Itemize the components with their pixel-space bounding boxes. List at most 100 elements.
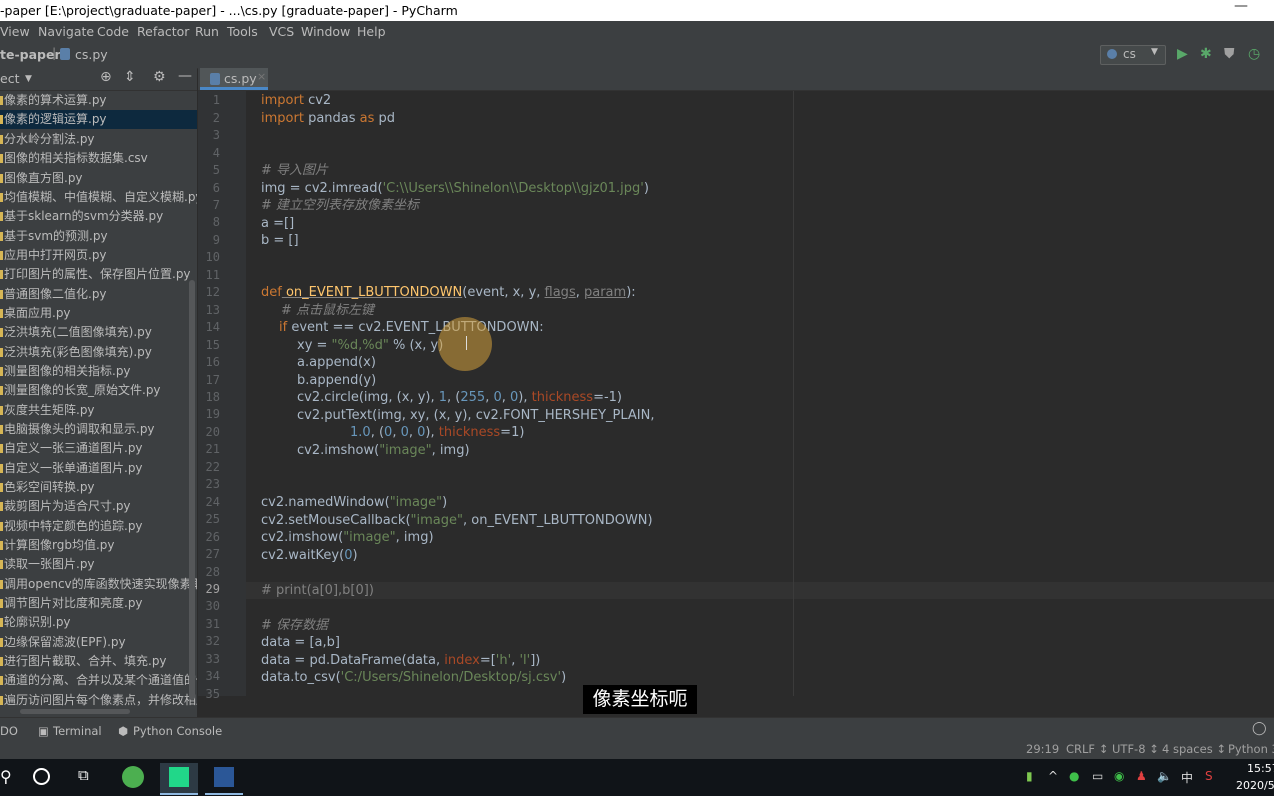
menu-tools[interactable]: Tools (227, 24, 258, 39)
input-language[interactable]: 中 (1181, 769, 1193, 786)
tree-item[interactable]: 基于sklearn的svm分类器.py (0, 207, 197, 226)
event-log-icon[interactable]: ◯ (1252, 721, 1267, 736)
code-token: , ( (447, 390, 461, 405)
project-scrollbar-horizontal[interactable] (20, 709, 130, 714)
tree-item[interactable]: 基于svm的预测.py (0, 227, 197, 246)
sync-icon[interactable]: ◉ (1114, 769, 1124, 783)
ime-icon[interactable]: S (1205, 769, 1213, 783)
menu-run[interactable]: Run (195, 24, 219, 39)
gear-icon[interactable]: ⚙ (153, 69, 166, 85)
coverage-icon[interactable]: ⛊ (1224, 46, 1235, 62)
tree-item-selected[interactable]: 像素的逻辑运算.py (0, 110, 197, 129)
tree-item[interactable]: 进行图片截取、合并、填充.py (0, 652, 197, 671)
search-icon[interactable]: ⚲ (0, 767, 12, 786)
menu-help[interactable]: Help (357, 24, 386, 39)
current-line-highlight (246, 582, 1274, 599)
tree-item[interactable]: 打印图片的属性、保存图片位置.py (0, 265, 197, 284)
tree-item[interactable]: 测量图像的长宽_原始文件.py (0, 381, 197, 400)
indent-setting[interactable]: 4 spaces ↕ (1162, 742, 1226, 756)
tree-item[interactable]: 视频中特定颜色的追踪.py (0, 517, 197, 536)
chevron-down-icon[interactable]: ▼ (25, 74, 32, 84)
battery-icon[interactable]: ▮ (1026, 769, 1033, 783)
tree-item-label: 视频中特定颜色的追踪.py (4, 519, 143, 533)
tree-item[interactable]: 普通图像二值化.py (0, 285, 197, 304)
code-token: , img) (395, 530, 434, 545)
tree-item[interactable]: 灰度共生矩阵.py (0, 401, 197, 420)
tree-item[interactable]: 像素的算术运算.py (0, 91, 197, 110)
tree-item[interactable]: 调用opencv的库函数快速实现像素取反 (0, 575, 197, 594)
tab-cs-py[interactable]: cs.py × (200, 68, 268, 90)
tree-item[interactable]: 调节图片对比度和亮度.py (0, 594, 197, 613)
python-file-icon (0, 676, 3, 685)
hide-panel-icon[interactable]: — (178, 68, 192, 84)
project-view-selector[interactable]: ect (0, 71, 19, 86)
tree-item[interactable]: 轮廓识别.py (0, 613, 197, 632)
tree-item[interactable]: 自定义一张三通道图片.py (0, 439, 197, 458)
clock-date[interactable]: 2020/5 (1236, 779, 1274, 792)
chevron-up-icon[interactable]: ^ (1048, 769, 1058, 783)
menu-window[interactable]: Window (301, 24, 350, 39)
cortana-icon[interactable] (33, 768, 50, 785)
code-editor[interactable]: import cv2 import pandas as pd # 导入图片 im… (246, 91, 1274, 696)
interpreter[interactable]: Python 3 (1228, 742, 1274, 756)
pycharm-app[interactable] (160, 763, 198, 795)
tree-item[interactable]: 计算图像rgb均值.py (0, 536, 197, 555)
word-app[interactable] (205, 763, 243, 795)
tree-item-label: 进行图片截取、合并、填充.py (4, 654, 167, 668)
tree-item[interactable]: 裁剪图片为适合尺寸.py (0, 497, 197, 516)
tree-item[interactable]: 泛洪填充(彩色图像填充).py (0, 343, 197, 362)
tree-item[interactable]: 均值模糊、中值模糊、自定义模糊.py (0, 188, 197, 207)
notification-icon[interactable]: ♟ (1136, 769, 1147, 783)
tool-python-console[interactable]: Python Console (133, 724, 222, 738)
file-encoding[interactable]: UTF-8 ↕ (1112, 742, 1159, 756)
menu-view[interactable]: View (0, 24, 30, 39)
menu-navigate[interactable]: Navigate (38, 24, 94, 39)
locate-icon[interactable]: ⊕ (100, 69, 112, 85)
debug-icon[interactable]: ✱ (1200, 46, 1212, 62)
tree-item[interactable]: 电脑摄像头的调取和显示.py (0, 420, 197, 439)
tree-item[interactable]: 图像直方图.py (0, 169, 197, 188)
tree-item[interactable]: 分水岭分割法.py (0, 130, 197, 149)
browser-app[interactable] (114, 763, 152, 793)
tool-terminal[interactable]: Terminal (53, 724, 102, 738)
clock-time[interactable]: 15:57 (1247, 762, 1274, 775)
code-token: import (261, 111, 304, 126)
line-separator[interactable]: CRLF ↕ (1066, 742, 1108, 756)
tree-item-label: 调用opencv的库函数快速实现像素取反 (4, 577, 197, 591)
tree-item[interactable]: 泛洪填充(二值图像填充).py (0, 323, 197, 342)
project-scrollbar-vertical[interactable] (189, 280, 195, 700)
menu-refactor[interactable]: Refactor (137, 24, 189, 39)
cursor-position[interactable]: 29:19 (1026, 742, 1059, 756)
tree-item[interactable]: 自定义一张单通道图片.py (0, 459, 197, 478)
tree-item[interactable]: 遍历访问图片每个像素点，并修改相应的 (0, 691, 197, 710)
minimize-button[interactable]: — (1234, 0, 1248, 14)
tree-item[interactable]: 测量图像的相关指标.py (0, 362, 197, 381)
volume-icon[interactable]: 🔈 (1157, 769, 1172, 783)
menu-vcs[interactable]: VCS (269, 24, 294, 39)
collapse-all-icon[interactable]: ⇕ (124, 69, 136, 85)
tool-todo[interactable]: DO (0, 724, 18, 738)
code-number: 255 (460, 390, 486, 405)
tree-item[interactable]: 读取一张图片.py (0, 555, 197, 574)
code-token: (event, x, y, (462, 285, 545, 300)
tree-item[interactable]: 桌面应用.py (0, 304, 197, 323)
run-icon[interactable]: ▶ (1177, 46, 1188, 62)
tree-item[interactable]: 色彩空间转换.py (0, 478, 197, 497)
task-view-icon[interactable]: ⧉ (78, 766, 89, 784)
run-config-selector[interactable]: cs ▼ (1100, 45, 1166, 65)
project-tree: 像素的算术运算.py 像素的逻辑运算.py 分水岭分割法.py 图像的相关指标数… (0, 91, 197, 717)
code-keyword-arg: index (444, 653, 480, 668)
tree-item-label: 灰度共生矩阵.py (4, 403, 95, 417)
wechat-icon[interactable]: ● (1069, 769, 1079, 783)
profile-icon[interactable]: ◷ (1248, 46, 1260, 62)
close-icon[interactable]: × (257, 70, 266, 83)
tree-item[interactable]: 通道的分离、合并以及某个通道值的修改 (0, 671, 197, 690)
network-icon[interactable]: ▭ (1092, 769, 1103, 783)
menu-code[interactable]: Code (97, 24, 129, 39)
tree-item[interactable]: 边缘保留滤波(EPF).py (0, 633, 197, 652)
tree-item[interactable]: 图像的相关指标数据集.csv (0, 149, 197, 168)
code-token: ]) (530, 653, 541, 668)
breadcrumb-file[interactable]: cs.py (75, 47, 108, 62)
line-number: 25 (205, 512, 220, 526)
tree-item[interactable]: 应用中打开网页.py (0, 246, 197, 265)
